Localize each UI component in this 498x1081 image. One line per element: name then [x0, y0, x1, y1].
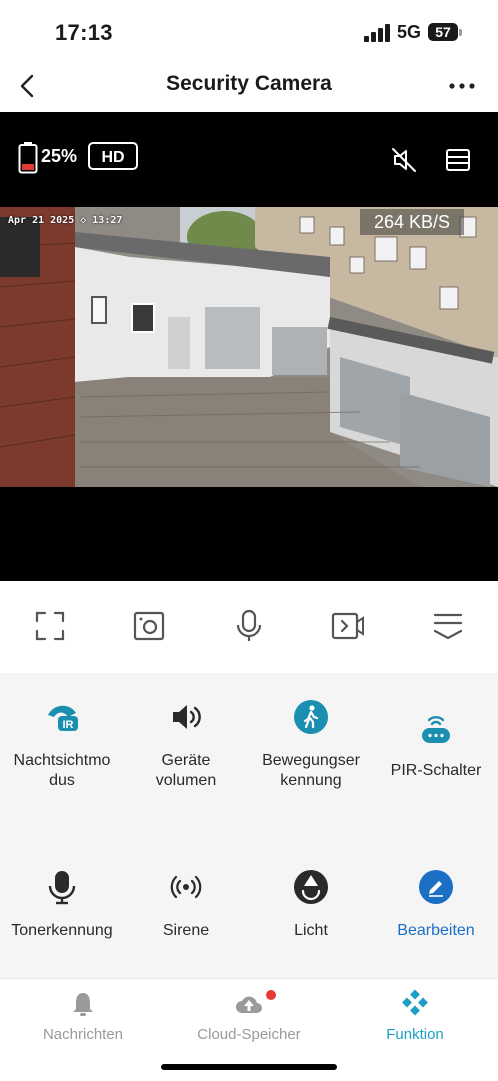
tab-cloud-speicher[interactable]: Cloud-Speicher [166, 989, 332, 1049]
quality-toggle-button[interactable]: HD [88, 142, 138, 170]
control-toolbar [0, 581, 498, 673]
layout-icon[interactable] [444, 146, 472, 174]
collapse-icon[interactable] [431, 609, 465, 643]
function-icon [402, 989, 428, 1016]
video-timestamp: Apr 21 2025 ◇ 13:27 [8, 215, 123, 226]
camera-feed[interactable]: Apr 21 2025 ◇ 13:27 264 KB/S [0, 207, 498, 487]
device-volume-button[interactable]: Geräte volumen [124, 699, 248, 799]
pir-sensor-icon [422, 715, 450, 743]
svg-text:IR: IR [63, 719, 74, 731]
nav-header: Security Camera [0, 62, 498, 112]
video-player[interactable]: 25% HD Apr 21 2025 ◇ 13:27 264 KB/S [0, 112, 498, 581]
speaker-icon [173, 705, 201, 729]
clock: 17:13 [55, 20, 113, 45]
battery-level: 57 [435, 24, 451, 40]
tab-label: Nachrichten [42, 1026, 124, 1043]
sound-detection-button[interactable]: Tonerkennung [0, 869, 124, 949]
bitrate-badge: 264 KB/S [360, 209, 464, 235]
page-title: Security Camera [166, 72, 332, 95]
tab-nachrichten[interactable]: Nachrichten [0, 989, 166, 1049]
home-indicator [161, 1064, 337, 1070]
screenshot-icon[interactable] [132, 609, 166, 643]
motion-detection-button[interactable]: Bewegungser kennung [249, 699, 373, 799]
camera-feed-image [0, 207, 498, 487]
more-icon[interactable] [446, 74, 478, 98]
edit-icon [419, 870, 453, 904]
signal-icon [364, 24, 390, 42]
camera-battery-icon [18, 142, 38, 174]
fullscreen-icon[interactable] [33, 609, 67, 643]
function-label: Geräte volumen [155, 752, 217, 789]
siren-icon [170, 875, 202, 899]
edit-button[interactable]: Bearbeiten [374, 869, 498, 949]
record-video-icon[interactable] [331, 609, 365, 643]
network-type: 5G [397, 22, 422, 42]
function-label: PIR-Schalter [390, 762, 482, 779]
notification-dot [266, 990, 276, 1000]
night-vision-button[interactable]: IR Nachtsichtmo dus [0, 699, 124, 799]
function-panel: IR Nachtsichtmo dus Geräte volumen Beweg… [0, 673, 498, 978]
motion-detection-icon [294, 700, 328, 734]
cloud-upload-icon [236, 996, 262, 1013]
tab-label: Cloud-Speicher [197, 1026, 301, 1043]
microphone-icon [48, 871, 76, 905]
function-label: Bewegungser kennung [262, 752, 360, 789]
microphone-icon[interactable] [232, 609, 266, 643]
function-label: Nachtsichtmo dus [13, 752, 111, 789]
tab-funktion[interactable]: Funktion [332, 989, 498, 1049]
mute-icon[interactable] [390, 146, 418, 174]
camera-battery-percent: 25% [41, 146, 78, 166]
light-button[interactable]: Licht [249, 869, 373, 949]
function-label: Licht [294, 922, 328, 939]
tab-label: Funktion [386, 1026, 444, 1043]
status-bar: 17:13 5G 57 [0, 0, 498, 66]
function-label: Tonerkennung [11, 922, 113, 939]
pir-switch-button[interactable]: PIR-Schalter [374, 699, 498, 799]
function-label: Sirene [162, 922, 210, 939]
bell-icon [73, 993, 93, 1016]
night-vision-icon: IR [48, 705, 78, 731]
siren-button[interactable]: Sirene [124, 869, 248, 949]
battery-icon: 57 [428, 23, 464, 43]
function-label: Bearbeiten [397, 922, 475, 939]
light-icon [294, 870, 328, 904]
